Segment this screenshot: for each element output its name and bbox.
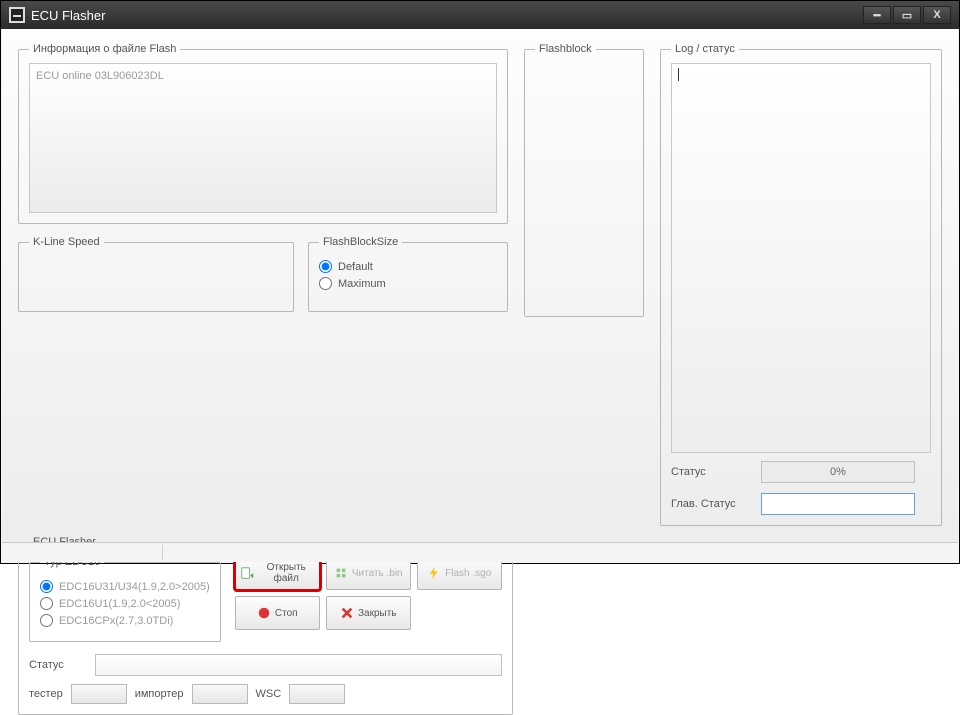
- wsc-label: WSC: [256, 688, 282, 700]
- statusbar-separator: [162, 545, 163, 560]
- importer-label: импортер: [135, 688, 184, 700]
- log-textarea[interactable]: [671, 63, 931, 453]
- close-button[interactable]: Закрыть: [326, 596, 411, 630]
- minimize-button[interactable]: ━: [863, 6, 891, 24]
- read-icon: [334, 566, 348, 580]
- tester-field[interactable]: [71, 684, 127, 704]
- app-icon: [9, 7, 25, 23]
- ecu-status-field[interactable]: [95, 654, 502, 676]
- fbs-default-radio[interactable]: [319, 260, 332, 273]
- titlebar: ECU Flasher ━ ▭ X: [1, 1, 959, 29]
- caret-icon: [678, 68, 679, 81]
- typ-opt2[interactable]: EDC16U1(1.9,2.0<2005): [40, 597, 210, 610]
- ecu-status-label: Статус: [29, 659, 85, 671]
- app-window: ECU Flasher ━ ▭ X Информация о файле Fla…: [0, 0, 960, 564]
- typ-opt2-label: EDC16U1(1.9,2.0<2005): [59, 598, 180, 610]
- close-window-button[interactable]: X: [923, 6, 951, 24]
- typ-opt1[interactable]: EDC16U31/U34(1.9,2.0>2005): [40, 580, 210, 593]
- close-icon: [340, 606, 354, 620]
- typ-opt3-radio[interactable]: [40, 614, 53, 627]
- fbs-max-radio[interactable]: [319, 277, 332, 290]
- typ-opt1-radio[interactable]: [40, 580, 53, 593]
- window-controls: ━ ▭ X: [861, 6, 951, 24]
- typ-opt2-radio[interactable]: [40, 597, 53, 610]
- main-status-field[interactable]: [761, 493, 915, 515]
- flash-info-legend: Информация о файле Flash: [29, 43, 180, 55]
- log-group: Log / статус Статус 0% Глав. Статус: [660, 43, 942, 526]
- kline-group: K-Line Speed: [18, 236, 294, 312]
- typ-group: Typ EDC16 EDC16U31/U34(1.9,2.0>2005) EDC…: [29, 556, 221, 642]
- flash-sgo-label: Flash .sgo: [445, 568, 491, 579]
- window-title: ECU Flasher: [31, 8, 105, 23]
- flash-info-group: Информация о файле Flash ECU online 03L9…: [18, 43, 508, 224]
- close-label: Закрыть: [358, 608, 397, 619]
- fbs-max-label: Maximum: [338, 278, 386, 290]
- progress-bar: 0%: [761, 461, 915, 483]
- wsc-field[interactable]: [289, 684, 345, 704]
- fbs-max-option[interactable]: Maximum: [319, 277, 497, 290]
- flashblock-group: Flashblock: [524, 43, 644, 317]
- ecu-flasher-group: ECU Flasher Typ EDC16 EDC16U31/U34(1.9,2…: [18, 536, 513, 715]
- maximize-button[interactable]: ▭: [893, 6, 921, 24]
- client-area: Информация о файле Flash ECU online 03L9…: [2, 29, 958, 562]
- file-open-icon: [240, 566, 254, 580]
- main-status-label: Глав. Статус: [671, 498, 751, 510]
- flash-info-content: ECU online 03L906023DL: [29, 63, 497, 213]
- typ-opt3[interactable]: EDC16CPx(2.7,3.0TDi): [40, 614, 210, 627]
- fbs-legend: FlashBlockSize: [319, 236, 402, 248]
- statusbar: [2, 542, 958, 562]
- stop-button[interactable]: Стоп: [235, 596, 320, 630]
- stop-label: Стоп: [275, 608, 298, 619]
- progress-text: 0%: [830, 466, 846, 478]
- flashblocksize-group: FlashBlockSize Default Maximum: [308, 236, 508, 312]
- stop-icon: [257, 606, 271, 620]
- tester-label: тестер: [29, 688, 63, 700]
- importer-field[interactable]: [192, 684, 248, 704]
- fbs-default-option[interactable]: Default: [319, 260, 497, 273]
- typ-opt1-label: EDC16U31/U34(1.9,2.0>2005): [59, 581, 210, 593]
- read-bin-label: Читать .bin: [352, 568, 403, 579]
- right-status-label: Статус: [671, 466, 751, 478]
- flashblock-legend: Flashblock: [535, 43, 596, 55]
- log-legend: Log / статус: [671, 43, 739, 55]
- typ-opt3-label: EDC16CPx(2.7,3.0TDi): [59, 615, 173, 627]
- fbs-default-label: Default: [338, 261, 373, 273]
- flash-icon: [427, 566, 441, 580]
- button-panel: Открыть файл Читать .bin Flash .sgo: [235, 556, 502, 642]
- open-file-label: Открыть файл: [258, 562, 315, 584]
- kline-legend: K-Line Speed: [29, 236, 104, 248]
